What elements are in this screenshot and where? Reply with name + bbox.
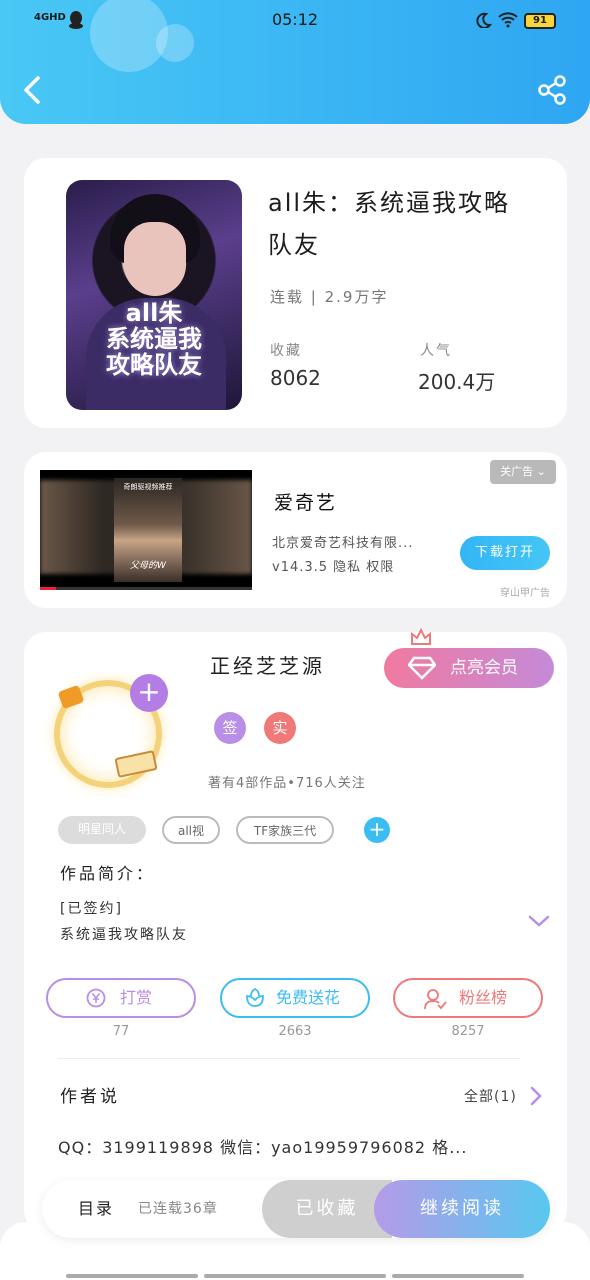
vip-label: 点亮会员: [450, 658, 518, 678]
ad-video-progress: [40, 587, 252, 590]
ad-version: v14.3.5 隐私 权限: [272, 560, 395, 575]
tag-chip[interactable]: TF家族三代: [236, 816, 334, 844]
author-name[interactable]: 正经芝芝源: [210, 650, 325, 679]
nav-indicator: [66, 1274, 198, 1278]
nav-indicator: [204, 1274, 386, 1278]
share-icon[interactable]: [536, 74, 568, 106]
flower-count: 2663: [278, 1024, 312, 1039]
cover-face: [124, 222, 186, 296]
diamond-icon: [408, 656, 436, 680]
back-icon[interactable]: [18, 72, 50, 108]
chapter-count: 已连载36章: [138, 1201, 218, 1217]
send-flower-label: 免费送花: [276, 988, 341, 1007]
ad-video-frame: 奇朗驱视频推荐 父母的W: [114, 478, 182, 582]
bottom-action-bar: 目录 已连载36章 已收藏 继续阅读: [42, 1180, 550, 1238]
fans-rank-button[interactable]: 粉丝榜: [393, 978, 543, 1018]
ad-app-name: 爱奇艺: [274, 492, 338, 514]
ad-source: 穿山甲广告: [500, 588, 550, 599]
tip-label: 打赏: [120, 988, 153, 1007]
signed-badge: 签: [214, 712, 246, 744]
close-ad-button[interactable]: 关广告 ⌄: [490, 460, 556, 484]
ad-download-button[interactable]: 下载打开: [460, 536, 550, 570]
tag-chip[interactable]: 明星同人: [58, 816, 146, 844]
vip-button[interactable]: 点亮会员: [384, 648, 554, 688]
author-stats: 著有4部作品•716人关注: [208, 776, 366, 791]
chevron-down-icon[interactable]: [528, 914, 550, 928]
author-says-all-link[interactable]: 全部(1): [464, 1086, 517, 1106]
author-card: + 正经芝芝源 点亮会员 签 实 著有4部作品•716人关注 明星同人 all视…: [24, 628, 567, 1232]
intro-line: [已签约]: [60, 901, 123, 917]
tip-count: 77: [112, 1024, 130, 1039]
send-flower-button[interactable]: 免费送花: [220, 978, 370, 1018]
ad-video-caption: 父母的W: [130, 561, 166, 571]
divider: [58, 1058, 520, 1059]
intro-line: 系统逼我攻略队友: [60, 927, 188, 943]
header-bar: 4GHD 05:12 91: [0, 0, 590, 124]
favorited-button[interactable]: 已收藏: [262, 1180, 392, 1238]
continue-reading-button[interactable]: 继续阅读: [374, 1180, 550, 1238]
ad-video[interactable]: 奇朗驱视频推荐 父母的W: [40, 470, 252, 590]
cover-title-art: all朱 系统逼我 攻略队友: [106, 299, 202, 379]
battery-indicator: 91: [524, 13, 556, 29]
chevron-right-icon[interactable]: [529, 1086, 543, 1106]
favorites-label: 收藏: [270, 343, 302, 359]
popularity-label: 人气: [420, 343, 452, 359]
author-says-heading: 作者说: [60, 1087, 120, 1107]
tip-button[interactable]: 打赏: [46, 978, 196, 1018]
popularity-count: 200.4万: [418, 370, 496, 394]
fans-count: 8257: [451, 1024, 485, 1039]
ad-video-title: 奇朗驱视频推荐: [123, 483, 173, 491]
nav-indicator: [392, 1274, 524, 1278]
moon-icon: [476, 12, 492, 28]
author-says-text[interactable]: QQ：3199119898 微信：yao19959796082 格...: [58, 1134, 467, 1158]
follow-add-button[interactable]: +: [130, 674, 168, 712]
fans-icon: [424, 989, 447, 1010]
ad-card[interactable]: 奇朗驱视频推荐 父母的W 关广告 ⌄ 爱奇艺 北京爱奇艺科技有限... v14.…: [24, 452, 567, 608]
fans-rank-label: 粉丝榜: [459, 988, 508, 1007]
verified-badge: 实: [264, 712, 296, 744]
book-cover[interactable]: all朱 系统逼我 攻略队友: [66, 180, 242, 410]
toc-button[interactable]: 目录: [78, 1180, 114, 1238]
crown-icon: [411, 628, 431, 645]
yen-coin-icon: [86, 988, 106, 1008]
tag-chip[interactable]: all视: [162, 816, 220, 844]
close-ad-label: 关广告: [500, 465, 534, 478]
book-meta: 连载 | 2.9万字: [270, 288, 389, 306]
wifi-icon: [498, 12, 518, 28]
status-bar: 4GHD 05:12 91: [0, 10, 590, 34]
book-title: all朱：系统逼我攻略队友: [268, 189, 511, 259]
flower-icon: [246, 988, 264, 1007]
book-info-card: all朱 系统逼我 攻略队友 all朱：系统逼我攻略队友 连载 | 2.9万字 收藏…: [24, 158, 567, 428]
favorites-count: 8062: [270, 366, 321, 390]
intro-heading: 作品简介：: [60, 864, 156, 883]
add-tag-button[interactable]: +: [364, 817, 390, 843]
ad-company: 北京爱奇艺科技有限...: [272, 536, 414, 551]
